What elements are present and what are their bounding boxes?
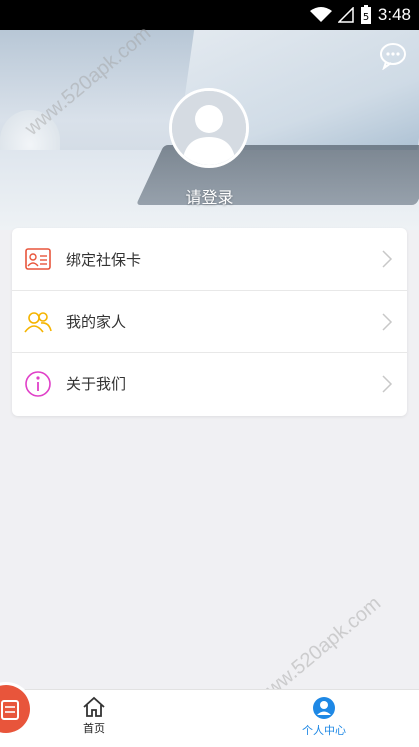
menu-item-label: 我的家人: [66, 313, 127, 331]
profile-header: 请登录: [0, 30, 419, 230]
tab-home[interactable]: 首页: [44, 696, 144, 744]
status-bar: 5 3:48: [0, 0, 419, 30]
wifi-icon: [309, 7, 332, 23]
menu-item-label: 绑定社保卡: [66, 250, 142, 269]
bottom-navigation: 首页 个人中心: [0, 689, 419, 747]
login-link[interactable]: 请登录: [0, 184, 419, 208]
menu-item-my-family[interactable]: 我的家人: [12, 290, 407, 352]
floating-button-icon: [1, 700, 19, 720]
default-user-icon: [172, 91, 246, 165]
floating-action-button[interactable]: [0, 685, 30, 733]
chevron-right-icon: [382, 375, 393, 393]
chevron-right-icon: [382, 250, 393, 268]
message-icon[interactable]: [379, 42, 407, 71]
battery-level: 5: [363, 12, 369, 23]
signal-icon: [337, 7, 354, 23]
family-icon: [24, 308, 52, 336]
avatar[interactable]: [169, 88, 249, 168]
menu-item-bind-social-card[interactable]: 绑定社保卡: [12, 228, 407, 290]
user-icon: [313, 697, 335, 719]
info-icon: [24, 370, 52, 398]
menu-item-label: 关于我们: [66, 375, 127, 393]
menu-item-about-us[interactable]: 关于我们: [12, 352, 407, 414]
tab-label: 首页: [83, 722, 105, 735]
id-card-icon: [24, 245, 52, 273]
menu-card: 绑定社保卡 我的家人 关于我们: [12, 228, 407, 416]
tab-label: 个人中心: [302, 724, 346, 737]
battery-icon: 5: [360, 5, 372, 25]
clock: 3:48: [377, 5, 411, 24]
tab-profile[interactable]: 个人中心: [274, 696, 374, 744]
chevron-right-icon: [382, 313, 393, 331]
home-icon: [83, 696, 105, 717]
